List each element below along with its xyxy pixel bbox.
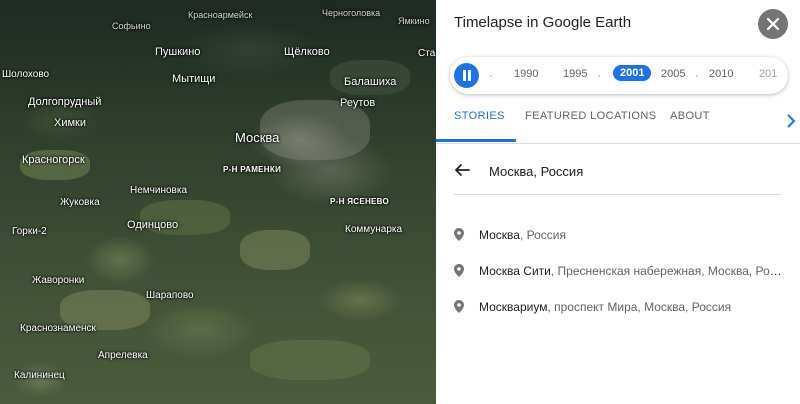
chevron-right-icon — [787, 114, 796, 128]
pause-button[interactable] — [454, 63, 479, 88]
place-pin-icon — [454, 264, 464, 277]
timeline-tick — [598, 75, 600, 77]
map-label: Химки — [54, 117, 87, 129]
panel-title: Timelapse in Google Earth — [454, 14, 632, 31]
close-button[interactable] — [758, 9, 788, 39]
map-label: Красногорск — [22, 154, 85, 166]
year-2010[interactable]: 2010 — [709, 68, 733, 80]
tab-stories[interactable]: STORIES — [454, 110, 505, 122]
map-label: Краснознаменск — [20, 323, 96, 334]
map-label-district: Р-Н РАМЕНКИ — [223, 165, 282, 174]
place-pin-icon — [454, 228, 464, 241]
map-label: Пушкино — [155, 46, 201, 58]
map-label: Шолохово — [2, 69, 50, 80]
close-icon — [766, 17, 780, 31]
result-address: , Пресненская набережная, Москва, Россия — [550, 264, 784, 278]
map-label: Жуковка — [60, 197, 100, 208]
result-item[interactable]: Москва Сити, Пресненская набережная, Мос… — [454, 262, 784, 282]
year-1990[interactable]: 1990 — [514, 68, 538, 80]
map-label: Софьино — [112, 21, 151, 31]
timeline-tick — [490, 75, 492, 77]
result-item[interactable]: Москва, Россия — [454, 226, 784, 246]
map-label: Одинцово — [127, 219, 179, 231]
map-label: Горки-2 — [12, 226, 47, 237]
map-label: Немчиновка — [130, 185, 188, 196]
map-label: Балашиха — [344, 76, 397, 88]
active-tab-indicator — [436, 139, 516, 142]
terrain-patch — [250, 340, 370, 380]
timeline-tick — [696, 75, 698, 77]
map-label: Шарапово — [146, 290, 194, 301]
map-label: Мытищи — [172, 73, 216, 85]
map-label-moscow: Москва — [235, 130, 280, 145]
place-pin-icon — [454, 300, 464, 313]
result-address: , проспект Мира, Москва, Россия — [547, 300, 732, 314]
map-label: Апрелевка — [98, 350, 148, 361]
map-label: Красноармейск — [188, 10, 253, 20]
search-header: Москва, Россия — [454, 160, 780, 195]
search-query-title: Москва, Россия — [489, 164, 584, 179]
map-label: Реутов — [340, 97, 376, 109]
year-2015-partial[interactable]: 201 — [759, 68, 777, 80]
year-2005[interactable]: 2005 — [661, 68, 685, 80]
terrain-patch — [240, 230, 310, 270]
result-address: , Россия — [519, 228, 566, 242]
map-view[interactable]: Софьино Красноармейск Черноголовка Пушки… — [0, 0, 436, 404]
year-1995[interactable]: 1995 — [563, 68, 587, 80]
result-name: Москва — [479, 228, 520, 242]
timelapse-panel: Timelapse in Google Earth 1990 1995 2001… — [436, 0, 800, 404]
map-label: Ямкино — [398, 16, 430, 26]
tabs-next-button[interactable] — [786, 114, 796, 133]
arrow-back-icon — [455, 164, 470, 176]
result-item[interactable]: Москвариум, проспект Мира, Москва, Росси… — [454, 298, 784, 318]
map-label: Коммунарка — [345, 224, 403, 235]
tab-featured-locations[interactable]: FEATURED LOCATIONS — [525, 110, 656, 122]
tab-about[interactable]: ABOUT — [670, 110, 710, 122]
year-2001-selected[interactable]: 2001 — [613, 65, 652, 81]
tab-bar: STORIES FEATURED LOCATIONS ABOUT — [436, 100, 800, 144]
pause-icon — [462, 70, 471, 81]
map-label: Ста — [418, 48, 436, 59]
back-button[interactable] — [454, 162, 470, 183]
map-label: Щёлково — [284, 46, 330, 58]
map-label: Черноголовка — [322, 8, 381, 18]
map-label: Жаворонки — [32, 275, 85, 286]
map-label: Калининец — [14, 370, 65, 381]
map-label: Долгопрудный — [28, 96, 102, 108]
year-timeline[interactable]: 1990 1995 2001 2005 2010 201 — [450, 57, 788, 94]
result-name: Москва Сити — [479, 264, 551, 278]
result-name: Москвариум — [479, 300, 548, 314]
map-label-district: Р-Н ЯСЕНЕВО — [330, 197, 390, 206]
